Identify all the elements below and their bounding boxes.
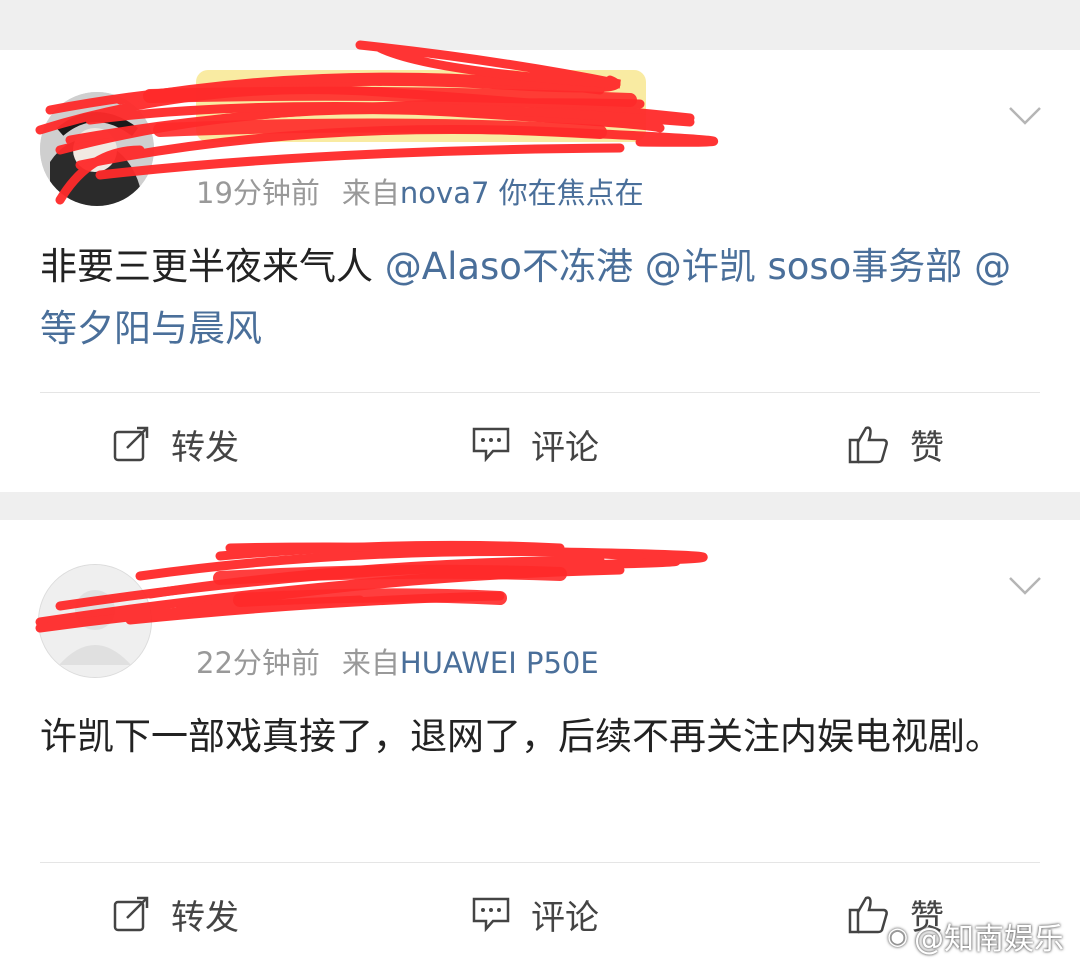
chevron-down-icon[interactable] (1008, 106, 1042, 130)
avatar-placeholder-icon (39, 565, 151, 677)
post-meta: 22分钟前 来自HUAWEI P50E (196, 640, 599, 682)
divider (40, 392, 1040, 393)
source-prefix: 来自 (341, 176, 400, 210)
avatar[interactable] (38, 564, 152, 678)
divider (40, 862, 1040, 863)
source-device[interactable]: HUAWEI P50E (400, 646, 599, 680)
weibo-icon: ◉ (887, 922, 908, 950)
comment-button[interactable]: 评论 (471, 886, 599, 942)
source-device[interactable]: nova7 你在焦点在 (400, 176, 644, 210)
post-text-plain: 非要三更半夜来气人 (40, 245, 373, 288)
timestamp: 22分钟前 (196, 646, 320, 680)
comment-label: 评论 (531, 427, 599, 468)
comment-label: 评论 (531, 897, 599, 938)
repost-label: 转发 (171, 427, 239, 468)
timestamp: 19分钟前 (196, 176, 320, 210)
source-prefix: 来自 (341, 646, 400, 680)
repost-icon (113, 426, 149, 462)
watermark-text: @知南娱乐 (914, 922, 1064, 957)
mention-link[interactable]: @许凯 soso事务部 (645, 245, 963, 288)
post-card-2: 22分钟前 来自HUAWEI P50E 许凯下一部戏真接了，退网了，后续不再关注内… (0, 520, 1080, 960)
avatar[interactable] (40, 92, 154, 206)
chevron-down-icon[interactable] (1008, 576, 1042, 600)
comment-button[interactable]: 评论 (471, 416, 599, 472)
like-icon (848, 896, 888, 934)
comment-icon (472, 427, 510, 462)
like-label: 赞 (910, 427, 944, 468)
post-text: 许凯下一部戏真接了，退网了，后续不再关注内娱电视剧。 (40, 715, 1002, 758)
like-button[interactable]: 赞 (848, 416, 944, 472)
post-text: 非要三更半夜来气人 @Alaso不冻港 @许凯 soso事务部 @等夕阳与晨风 (40, 236, 1040, 360)
repost-button[interactable]: 转发 (113, 416, 239, 472)
like-icon (848, 426, 888, 464)
repost-button[interactable]: 转发 (113, 886, 239, 942)
post-card-1: 19分钟前 来自nova7 你在焦点在 非要三更半夜来气人 @Alaso不冻港 @… (0, 50, 1080, 492)
comment-icon (472, 897, 510, 932)
mention-link[interactable]: @Alaso不冻港 (385, 245, 633, 288)
post-meta: 19分钟前 来自nova7 你在焦点在 (196, 170, 644, 212)
repost-label: 转发 (171, 897, 239, 938)
repost-icon (113, 896, 149, 932)
watermark: ◉ @知南娱乐 (887, 914, 1064, 958)
